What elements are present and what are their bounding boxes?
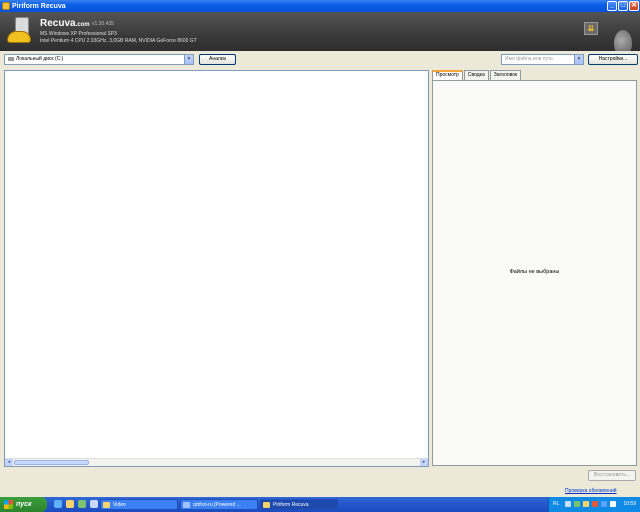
tray-icon[interactable] xyxy=(574,501,580,507)
start-button[interactable]: пуск xyxy=(0,497,47,512)
taskbar-item[interactable]: Video xyxy=(100,499,178,510)
file-list-panel[interactable]: ◂ ▸ xyxy=(4,70,429,467)
taskbar: пуск Video qrbhzi-ru [Powered ... Pirifo… xyxy=(0,497,640,512)
tray-icon[interactable] xyxy=(592,501,598,507)
browser-icon xyxy=(183,502,190,508)
recuva-app-icon xyxy=(263,502,270,508)
desktop-icon[interactable] xyxy=(90,500,98,508)
chevron-down-icon[interactable]: ⇊ xyxy=(584,22,598,35)
tray-icon[interactable] xyxy=(610,501,616,507)
no-files-message: Файлы не выбраны xyxy=(509,269,560,275)
language-indicator[interactable]: RL xyxy=(553,501,559,507)
minimize-button[interactable]: _ xyxy=(607,1,617,11)
drive-icon xyxy=(8,56,14,61)
system-tray: RL 10:59 xyxy=(548,497,640,512)
maximize-button[interactable]: □ xyxy=(618,1,628,11)
recuva-app-icon xyxy=(2,2,10,10)
folder-icon[interactable] xyxy=(66,500,74,508)
path-filter-input[interactable]: Имя файла или путь ▼ xyxy=(501,54,584,65)
path-filter-placeholder: Имя файла или путь xyxy=(505,56,553,62)
bottom-bar: Восстановить... Проверка обновлений xyxy=(0,467,640,494)
media-icon[interactable] xyxy=(78,500,86,508)
app-version: v1.30.435 xyxy=(92,21,114,27)
scroll-left-icon[interactable]: ◂ xyxy=(5,459,13,466)
windows-logo-icon xyxy=(4,500,13,509)
scrollbar-thumb[interactable] xyxy=(14,460,89,465)
folder-icon xyxy=(103,502,110,508)
toolbar: Локальный диск (C:) ▼ Анализ Имя файла и… xyxy=(0,51,640,69)
start-label: пуск xyxy=(16,501,32,508)
system-os-info: MS Windows XP Professional SP3 xyxy=(40,31,117,37)
preview-tabs: Просмотр Сводка Заголовок xyxy=(432,70,522,80)
settings-button[interactable]: Настройки... xyxy=(588,54,638,65)
app-header: Recuva.com v1.30.435 MS Windows XP Profe… xyxy=(0,12,640,56)
window-titlebar[interactable]: Piriform Recuva _ □ ✕ xyxy=(0,0,640,12)
check-updates-link[interactable]: Проверка обновлений xyxy=(565,488,617,494)
analyze-button[interactable]: Анализ xyxy=(199,54,236,65)
tray-icon[interactable] xyxy=(601,501,607,507)
tab-summary[interactable]: Сводка xyxy=(463,70,489,80)
app-name: Recuva.com xyxy=(40,18,90,29)
clock: 10:59 xyxy=(623,501,636,507)
dropdown-arrow-icon[interactable]: ▼ xyxy=(184,55,193,64)
close-button[interactable]: ✕ xyxy=(629,1,639,11)
taskbar-item[interactable]: qrbhzi-ru [Powered ... xyxy=(180,499,258,510)
ie-icon[interactable] xyxy=(54,500,62,508)
drive-select-value: Локальный диск (C:) xyxy=(16,56,64,62)
taskbar-item[interactable]: Piriform Recuva xyxy=(260,499,338,510)
tray-icon[interactable] xyxy=(583,501,589,507)
window-title: Piriform Recuva xyxy=(12,2,66,10)
tab-header[interactable]: Заголовок xyxy=(489,70,522,80)
scroll-right-icon[interactable]: ▸ xyxy=(420,459,428,466)
horizontal-scrollbar[interactable]: ◂ ▸ xyxy=(5,458,428,466)
system-hardware-info: Intel Pentium 4 CPU 2.93GHz, 3,0GB RAM, … xyxy=(40,38,197,44)
recover-button[interactable]: Восстановить... xyxy=(588,470,636,481)
preview-panel: Файлы не выбраны xyxy=(432,80,637,466)
recuva-logo-icon xyxy=(7,17,33,45)
tab-preview[interactable]: Просмотр xyxy=(432,70,463,80)
network-icon[interactable] xyxy=(565,501,571,507)
dropdown-arrow-icon[interactable]: ▼ xyxy=(574,55,583,64)
drive-select[interactable]: Локальный диск (C:) ▼ xyxy=(4,54,194,65)
